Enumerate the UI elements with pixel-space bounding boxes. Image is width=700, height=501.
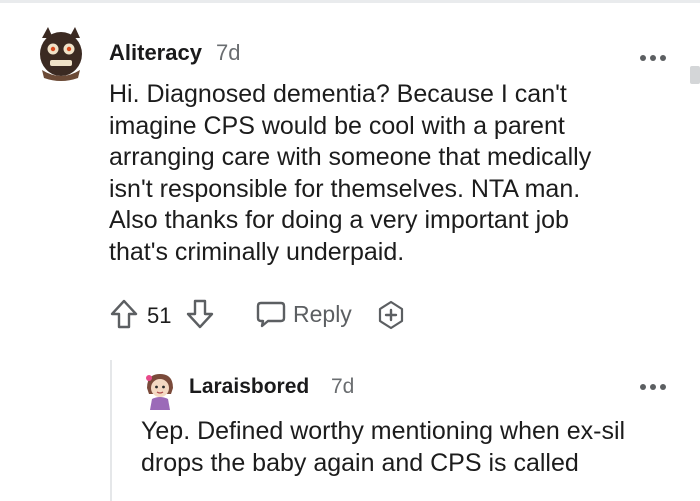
reply-label: Reply	[293, 301, 352, 327]
downvote-icon[interactable]	[185, 298, 215, 330]
creature-avatar-icon[interactable]	[34, 24, 88, 82]
upvote-icon[interactable]	[109, 298, 139, 330]
more-options-icon[interactable]	[638, 379, 668, 390]
comment-actions: 51 Reply	[109, 296, 429, 332]
top-divider	[0, 0, 700, 3]
scrollbar[interactable]	[690, 66, 700, 84]
comment-author[interactable]: Aliteracy	[109, 40, 202, 66]
reply-bubble-icon	[255, 300, 287, 328]
reply-author[interactable]: Laraisbored	[189, 375, 309, 399]
more-options-icon[interactable]	[638, 50, 668, 61]
girl-avatar-icon[interactable]	[141, 370, 179, 410]
reply-age: 7d	[331, 375, 355, 398]
thread-line[interactable]	[110, 360, 112, 501]
reply-button[interactable]: Reply	[255, 296, 367, 332]
reply-body: Yep. Defined worthy mentioning when ex-s…	[141, 417, 626, 477]
award-icon[interactable]	[375, 299, 407, 331]
comment-body: Hi. Diagnosed dementia? Because I can't …	[109, 80, 592, 266]
comment-age: 7d	[216, 40, 241, 65]
vote-score: 51	[147, 303, 172, 328]
